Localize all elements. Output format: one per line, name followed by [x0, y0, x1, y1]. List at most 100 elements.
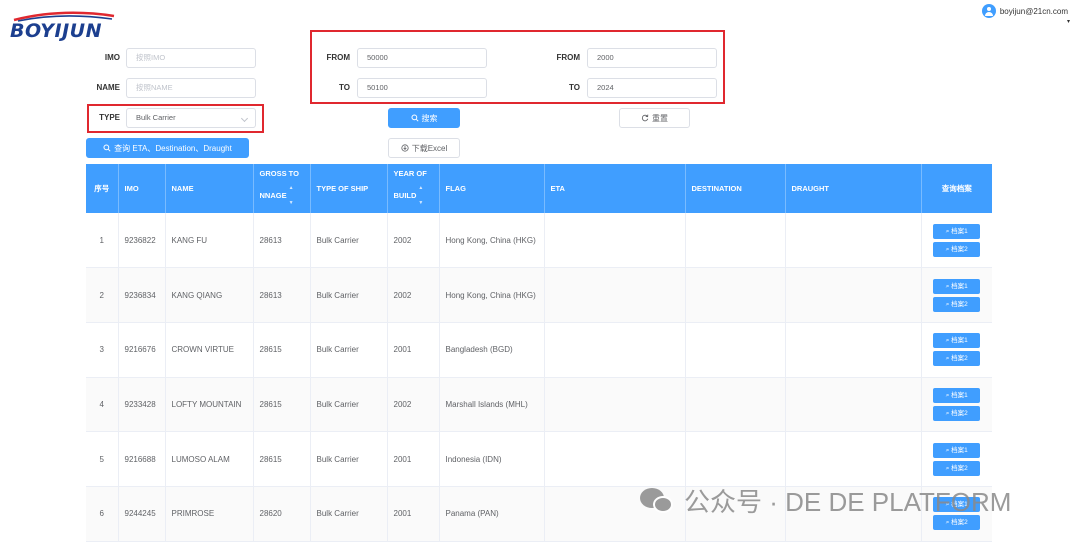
- name-label: NAME: [96, 83, 120, 92]
- chevron-down-icon: ▾: [1066, 19, 1070, 25]
- archive-2-button[interactable]: ⌕ 档案2: [933, 460, 981, 476]
- sort-icon[interactable]: ▲ ▼: [418, 181, 423, 211]
- search-icon: [103, 144, 111, 152]
- header-type-of-ship: TYPE OF SHIP: [310, 164, 388, 213]
- header-archive: 查询档案: [921, 164, 992, 213]
- table-row: 5 9216688 LUMOSO ALAM 28615 Bulk Carrier…: [86, 431, 992, 487]
- cell-type: Bulk Carrier: [310, 213, 388, 269]
- gross-to-input[interactable]: 50100: [357, 78, 487, 98]
- cell-eta: [544, 213, 686, 269]
- archive-1-label: 档案1: [951, 282, 968, 290]
- reset-button[interactable]: 重置: [619, 108, 690, 128]
- year-to-input[interactable]: 2024: [587, 78, 717, 98]
- name-input[interactable]: 按照NAME: [126, 78, 256, 98]
- header-gross-tonnage[interactable]: GROSS TO NNAGE▲ ▼: [253, 164, 311, 213]
- cell-imo: 9216676: [118, 322, 166, 378]
- sort-icon[interactable]: ▲ ▼: [289, 181, 294, 211]
- year-from-label: FROM: [556, 53, 580, 62]
- cell-eta: [544, 431, 686, 487]
- cell-name: LOFTY MOUNTAIN: [165, 377, 254, 433]
- imo-label: IMO: [104, 53, 120, 62]
- header-draught: DRAUGHT: [785, 164, 922, 213]
- archive-1-label: 档案1: [951, 227, 968, 235]
- cell-year: 2002: [387, 213, 440, 269]
- cell-draught: [785, 267, 922, 323]
- header-year-of-build[interactable]: YEAR OF BUILD▲ ▼: [387, 164, 440, 213]
- cell-flag: Hong Kong, China (HKG): [439, 267, 545, 323]
- gross-from-input[interactable]: 50000: [357, 48, 487, 68]
- cell-flag: Panama (PAN): [439, 486, 545, 542]
- table-row: 2 9236834 KANG QIANG 28613 Bulk Carrier …: [86, 267, 992, 323]
- archive-2-label: 档案2: [951, 519, 968, 527]
- archive-2-button[interactable]: ⌕ 档案2: [933, 296, 981, 312]
- reset-button-label: 重置: [652, 113, 668, 123]
- gross-from-label: FROM: [326, 53, 350, 62]
- cell-name: KANG FU: [165, 213, 254, 269]
- chevron-down-icon: [240, 114, 249, 123]
- cell-eta: [544, 322, 686, 378]
- cell-destination: [685, 431, 786, 487]
- user-menu[interactable]: boyijun@21cn.com ▾: [981, 4, 1070, 25]
- cell-type: Bulk Carrier: [310, 431, 388, 487]
- archive-1-button[interactable]: ⌕ 档案1: [933, 387, 981, 403]
- cell-draught: [785, 322, 922, 378]
- archive-1-label: 档案1: [951, 391, 968, 399]
- archive-2-label: 档案2: [951, 355, 968, 363]
- table-row: 3 9216676 CROWN VIRTUE 28615 Bulk Carrie…: [86, 322, 992, 378]
- archive-2-label: 档案2: [951, 409, 968, 417]
- archive-1-button[interactable]: ⌕ 档案1: [933, 442, 981, 458]
- cell-index: 3: [86, 322, 119, 378]
- export-excel-button-label: 下载Excel: [411, 143, 448, 153]
- year-to-label: TO: [569, 83, 580, 92]
- cell-gross: 28613: [253, 267, 311, 323]
- cell-flag: Hong Kong, China (HKG): [439, 213, 545, 269]
- type-select[interactable]: Bulk Carrier: [126, 108, 256, 128]
- brand-logo: BOYIJUN: [10, 8, 116, 42]
- archive-1-button[interactable]: ⌕ 档案1: [933, 278, 981, 294]
- archive-1-button[interactable]: ⌕ 档案1: [933, 223, 981, 239]
- cell-flag: Indonesia (IDN): [439, 431, 545, 487]
- cell-eta: [544, 377, 686, 433]
- archive-2-button[interactable]: ⌕ 档案2: [933, 351, 981, 367]
- table-header-row: 序号 IMO NAME GROSS TO NNAGE▲ ▼ TYPE OF SHIP…: [86, 164, 992, 213]
- cell-flag: Bangladesh (BGD): [439, 322, 545, 378]
- cell-destination: [685, 377, 786, 433]
- watermark-text: 公众号 · DE DE PLATFORM: [684, 487, 1012, 517]
- table-row: 4 9233428 LOFTY MOUNTAIN 28615 Bulk Carr…: [86, 377, 992, 433]
- cell-imo: 9233428: [118, 377, 166, 433]
- header-imo: IMO: [118, 164, 166, 213]
- archive-2-button[interactable]: ⌕ 档案2: [933, 241, 981, 257]
- user-email: boyijun@21cn.com: [999, 6, 1068, 16]
- cell-draught: [785, 213, 922, 269]
- search-icon: [410, 114, 419, 122]
- cell-name: LUMOSO ALAM: [165, 431, 254, 487]
- year-from-input[interactable]: 2000: [587, 48, 717, 68]
- archive-2-label: 档案2: [951, 300, 968, 308]
- cell-index: 4: [86, 377, 119, 433]
- archive-2-button[interactable]: ⌕ 档案2: [933, 405, 981, 421]
- header-year-line1: YEAR OF: [393, 169, 427, 178]
- imo-input[interactable]: 按照IMO: [126, 48, 256, 68]
- cell-destination: [685, 322, 786, 378]
- cell-gross: 28613: [253, 213, 311, 269]
- wechat-icon: [640, 486, 676, 516]
- type-label: TYPE: [99, 113, 120, 122]
- cell-archive: ⌕ 档案1 ⌕ 档案2: [921, 377, 992, 433]
- archive-1-label: 档案1: [951, 337, 968, 345]
- cell-draught: [785, 431, 922, 487]
- refresh-icon: [641, 114, 649, 122]
- export-excel-button[interactable]: 下载Excel: [388, 138, 460, 158]
- archive-2-label: 档案2: [951, 464, 968, 472]
- cell-draught: [785, 377, 922, 433]
- archive-1-button[interactable]: ⌕ 档案1: [933, 333, 981, 349]
- type-select-value: Bulk Carrier: [136, 113, 176, 122]
- query-eta-button[interactable]: 查询 ETA、Destination、Draught: [86, 138, 249, 158]
- table-row: 1 9236822 KANG FU 28613 Bulk Carrier 200…: [86, 213, 992, 269]
- cell-imo: 9236834: [118, 267, 166, 323]
- header-gross-line1: GROSS TO: [259, 169, 299, 178]
- search-button[interactable]: 搜索: [388, 108, 460, 128]
- header-name: NAME: [165, 164, 254, 213]
- cell-gross: 28615: [253, 377, 311, 433]
- cell-destination: [685, 213, 786, 269]
- logo-text: BOYIJUN: [10, 20, 102, 42]
